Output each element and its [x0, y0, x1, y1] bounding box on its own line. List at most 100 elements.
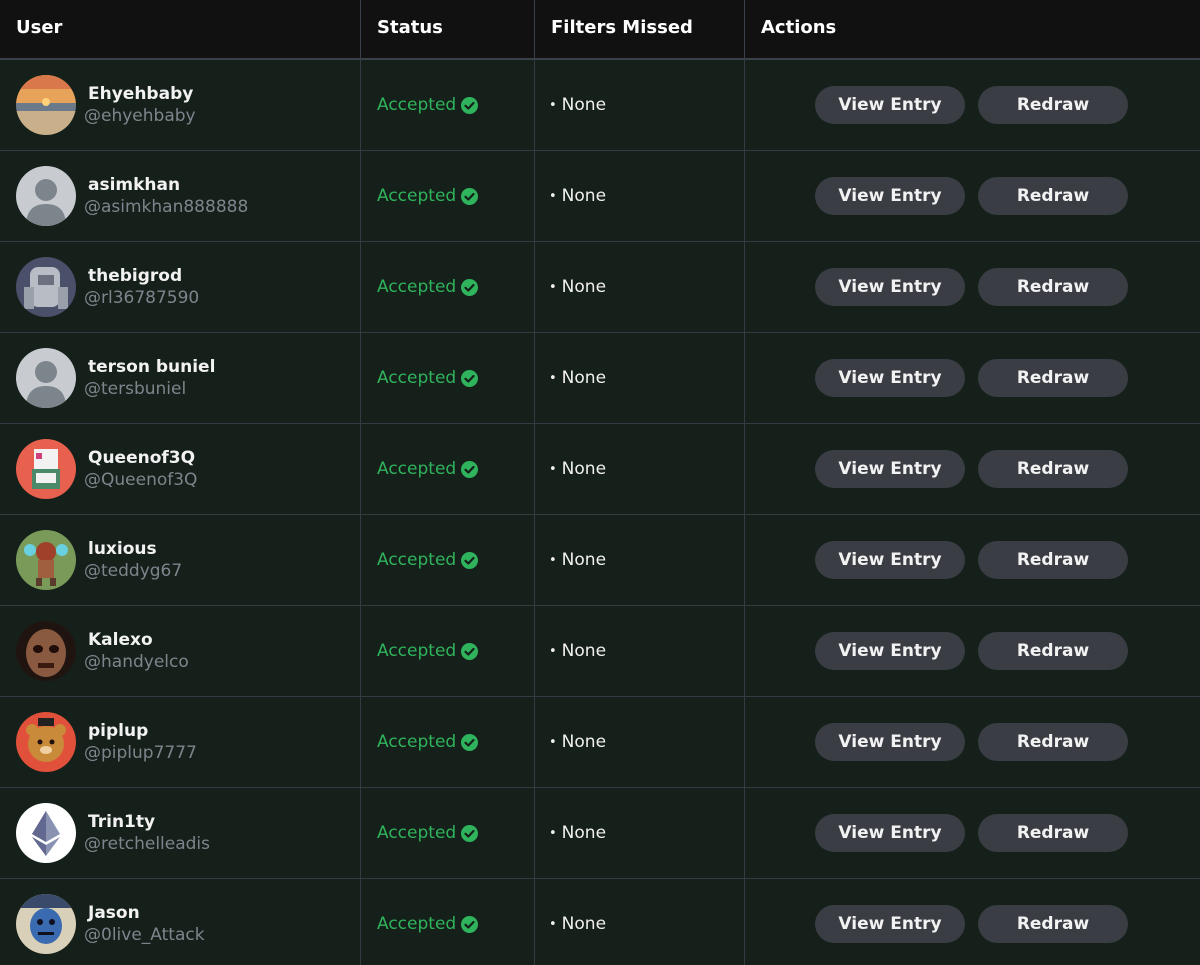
display-name[interactable]: Queenof3Q [88, 447, 197, 469]
filters-missed-cell: • None [535, 242, 745, 332]
check-circle-icon [461, 642, 479, 660]
view-entry-button[interactable]: View Entry [815, 450, 965, 488]
ethereum-avatar[interactable] [16, 803, 76, 863]
table-row: luxious @teddyg67 Accepted • None View E… [0, 515, 1200, 606]
redraw-button[interactable]: Redraw [978, 359, 1128, 397]
user-names: piplup @piplup7777 [84, 720, 197, 764]
view-entry-button[interactable]: View Entry [815, 905, 965, 943]
status-cell: Accepted [361, 333, 535, 423]
filters-missed-value: None [561, 95, 607, 115]
status-cell: Accepted [361, 879, 535, 965]
user-names: asimkhan @asimkhan888888 [84, 174, 248, 218]
filters-missed-cell: • None [535, 515, 745, 605]
status-badge: Accepted [377, 277, 457, 297]
filters-missed-cell: • None [535, 333, 745, 423]
bug-robot-avatar[interactable] [16, 530, 76, 590]
bullet-icon: • [549, 461, 557, 477]
bullet-icon: • [549, 370, 557, 386]
default-avatar[interactable] [16, 348, 76, 408]
display-name[interactable]: Trin1ty [88, 811, 210, 833]
redraw-button[interactable]: Redraw [978, 541, 1128, 579]
filters-missed-value: None [561, 914, 607, 934]
user-names: Queenof3Q @Queenof3Q [84, 447, 197, 491]
table-row: Jason @0live_Attack Accepted • None View… [0, 879, 1200, 965]
view-entry-button[interactable]: View Entry [815, 632, 965, 670]
filters-missed-cell: • None [535, 424, 745, 514]
filters-missed-value: None [561, 459, 607, 479]
actions-cell: View Entry Redraw [745, 788, 1200, 878]
redraw-button[interactable]: Redraw [978, 814, 1128, 852]
table-row: Trin1ty @retchelleadis Accepted • None V… [0, 788, 1200, 879]
user-names: luxious @teddyg67 [84, 538, 182, 582]
bullet-icon: • [549, 188, 557, 204]
filters-missed-cell: • None [535, 788, 745, 878]
user-handle[interactable]: @piplup7777 [84, 742, 197, 764]
user-handle[interactable]: @retchelleadis [84, 833, 210, 855]
view-entry-button[interactable]: View Entry [815, 723, 965, 761]
robot-avatar[interactable] [16, 257, 76, 317]
user-handle[interactable]: @0live_Attack [84, 924, 205, 946]
user-handle[interactable]: @ehyehbaby [84, 105, 196, 127]
user-cell: thebigrod @rl36787590 [0, 242, 361, 332]
user-handle[interactable]: @handyelco [84, 651, 189, 673]
redraw-button[interactable]: Redraw [978, 905, 1128, 943]
table-row: Ehyehbaby @ehyehbaby Accepted • None Vie… [0, 60, 1200, 151]
display-name[interactable]: Kalexo [88, 629, 189, 651]
display-name[interactable]: Jason [88, 902, 205, 924]
status-cell: Accepted [361, 606, 535, 696]
status-badge: Accepted [377, 732, 457, 752]
skull-face-avatar[interactable] [16, 621, 76, 681]
user-handle[interactable]: @tersbuniel [84, 378, 215, 400]
redraw-button[interactable]: Redraw [978, 268, 1128, 306]
bear-avatar[interactable] [16, 712, 76, 772]
user-names: thebigrod @rl36787590 [84, 265, 199, 309]
view-entry-button[interactable]: View Entry [815, 86, 965, 124]
view-entry-button[interactable]: View Entry [815, 177, 965, 215]
view-entry-button[interactable]: View Entry [815, 268, 965, 306]
status-badge: Accepted [377, 368, 457, 388]
status-badge: Accepted [377, 641, 457, 661]
user-handle[interactable]: @Queenof3Q [84, 469, 197, 491]
user-names: Jason @0live_Attack [84, 902, 205, 946]
filters-missed-cell: • None [535, 151, 745, 241]
status-badge: Accepted [377, 459, 457, 479]
redraw-button[interactable]: Redraw [978, 177, 1128, 215]
user-names: Ehyehbaby @ehyehbaby [84, 83, 196, 127]
default-avatar[interactable] [16, 166, 76, 226]
bullet-icon: • [549, 552, 557, 568]
sunset-avatar[interactable] [16, 75, 76, 135]
redraw-button[interactable]: Redraw [978, 450, 1128, 488]
filters-missed-value: None [561, 732, 607, 752]
user-cell: Jason @0live_Attack [0, 879, 361, 965]
user-names: terson buniel @tersbuniel [84, 356, 215, 400]
redraw-button[interactable]: Redraw [978, 632, 1128, 670]
view-entry-button[interactable]: View Entry [815, 359, 965, 397]
user-handle[interactable]: @teddyg67 [84, 560, 182, 582]
redraw-button[interactable]: Redraw [978, 723, 1128, 761]
status-cell: Accepted [361, 151, 535, 241]
bullet-icon: • [549, 825, 557, 841]
display-name[interactable]: thebigrod [88, 265, 199, 287]
bullet-icon: • [549, 643, 557, 659]
redraw-button[interactable]: Redraw [978, 86, 1128, 124]
actions-cell: View Entry Redraw [745, 515, 1200, 605]
display-name[interactable]: piplup [88, 720, 197, 742]
blue-character-avatar[interactable] [16, 894, 76, 954]
display-name[interactable]: asimkhan [88, 174, 248, 196]
pixel-creature-avatar[interactable] [16, 439, 76, 499]
view-entry-button[interactable]: View Entry [815, 814, 965, 852]
check-circle-icon [461, 824, 479, 842]
user-handle[interactable]: @rl36787590 [84, 287, 199, 309]
display-name[interactable]: Ehyehbaby [88, 83, 196, 105]
display-name[interactable]: terson buniel [88, 356, 215, 378]
user-names: Trin1ty @retchelleadis [84, 811, 210, 855]
status-badge: Accepted [377, 914, 457, 934]
actions-cell: View Entry Redraw [745, 60, 1200, 150]
user-cell: luxious @teddyg67 [0, 515, 361, 605]
display-name[interactable]: luxious [88, 538, 182, 560]
check-circle-icon [461, 369, 479, 387]
filters-missed-value: None [561, 550, 607, 570]
user-handle[interactable]: @asimkhan888888 [84, 196, 248, 218]
actions-cell: View Entry Redraw [745, 606, 1200, 696]
view-entry-button[interactable]: View Entry [815, 541, 965, 579]
